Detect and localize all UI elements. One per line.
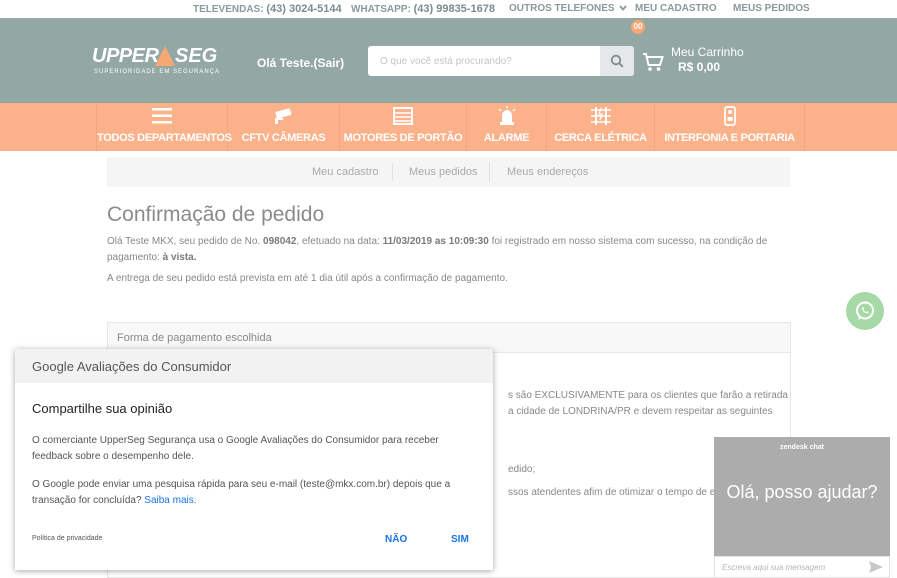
dialog-text-2: O Google pode enviar uma pesquisa rápida… (32, 479, 451, 506)
tab-meus-enderecos[interactable]: Meus endereços (507, 166, 588, 178)
no-button[interactable]: NÃO (385, 534, 407, 545)
upperseg-logo[interactable]: UPPER SEG SUPERIORIDADE EM SEGURANÇA (92, 45, 219, 77)
chat-input-bar (714, 556, 890, 578)
gate-icon (393, 107, 413, 125)
camera-icon (274, 108, 291, 124)
chevron-down-icon (619, 5, 628, 11)
cart-count-badge: 00 (631, 20, 645, 34)
fence-icon (590, 107, 611, 125)
page-title: Confirmação de pedido (107, 203, 325, 226)
privacy-policy-link[interactable]: Política de privacidade (32, 535, 102, 542)
alarm-icon (497, 106, 516, 125)
dialog-title: Compartilhe sua opinião (32, 401, 173, 416)
meu-cadastro-link[interactable]: MEU CADASTRO (635, 3, 717, 14)
whatsapp-icon (856, 301, 874, 320)
google-reviews-dialog: Google Avaliações do Consumidor Comparti… (15, 349, 493, 570)
order-summary-text: Olá Teste MKX, seu pedido de No. 098042,… (107, 236, 768, 263)
nav-interfonia-e-portaria[interactable]: INTERFONIA E PORTARIA (655, 103, 805, 151)
nav-todos-departamentos[interactable]: TODOS DEPARTAMENTOS (96, 103, 232, 151)
logo-triangle-icon (155, 46, 175, 66)
divider (392, 162, 393, 182)
search-input[interactable] (368, 46, 600, 76)
order-datetime: 11/03/2019 as 10:09:30 (382, 236, 489, 247)
search-icon (610, 54, 624, 68)
order-number: 098042 (263, 236, 297, 247)
chat-title: zendesk chat (780, 444, 824, 451)
zendesk-chat-widget: zendesk chat Olá, posso ajudar? (714, 437, 890, 578)
saiba-mais-link[interactable]: Saiba mais. (144, 495, 196, 506)
dialog-text-1: O comerciante UpperSeg Segurança usa o G… (32, 435, 439, 462)
top-contact-bar: TELEVENDAS: (43) 3024-5144 WHATSAPP: (43… (0, 0, 897, 18)
site-header: UPPER SEG SUPERIORIDADE EM SEGURANÇA Olá… (0, 18, 897, 103)
menu-icon (152, 108, 172, 124)
search-button[interactable] (600, 46, 634, 76)
cart-icon[interactable] (642, 52, 664, 72)
nav-motores-de-portao[interactable]: MOTORES DE PORTÃO (340, 103, 467, 151)
tab-meus-pedidos[interactable]: Meus pedidos (409, 166, 478, 178)
user-greeting-logout[interactable]: Olá Teste.(Sair) (257, 56, 344, 70)
chat-greeting: Olá, posso ajudar? (726, 482, 878, 502)
nav-cerca-eletrica[interactable]: CERCA ELÉTRICA (547, 103, 655, 151)
search-bar (368, 46, 634, 76)
delivery-estimate-text: A entrega de seu pedido está prevista em… (107, 273, 508, 284)
outros-telefones-link[interactable]: OUTROS TELEFONES (509, 3, 628, 14)
dialog-header: Google Avaliações do Consumidor (15, 349, 493, 383)
nav-cftv-cameras[interactable]: CFTV CÂMERAS (228, 103, 340, 151)
meus-pedidos-link[interactable]: MEUS PEDIDOS (733, 3, 810, 14)
send-icon[interactable] (869, 561, 883, 573)
intercom-icon (723, 106, 736, 126)
nav-alarme[interactable]: ALARME (467, 103, 547, 151)
cart-value: R$ 0,00 (678, 60, 721, 74)
payment-condition: à vista. (162, 252, 197, 263)
whatsapp-contact: WHATSAPP: (43) 99835-1678 (351, 3, 495, 15)
tab-meu-cadastro[interactable]: Meu cadastro (312, 166, 379, 178)
whatsapp-float-button[interactable] (846, 292, 884, 330)
divider (489, 162, 490, 182)
yes-button[interactable]: SIM (451, 534, 469, 545)
chat-message-input[interactable] (715, 557, 865, 577)
televendas-number: (43) 3024-5144 (266, 3, 342, 15)
department-nav: TODOS DEPARTAMENTOS CFTV CÂMERAS MOTORES… (0, 103, 897, 151)
cart-title[interactable]: Meu Carrinho (671, 45, 744, 59)
televendas: TELEVENDAS: (43) 3024-5144 (193, 3, 342, 15)
account-subnav: Meu cadastro Meus pedidos Meus endereços (107, 157, 790, 187)
whatsapp-number: (43) 99835-1678 (413, 3, 495, 15)
